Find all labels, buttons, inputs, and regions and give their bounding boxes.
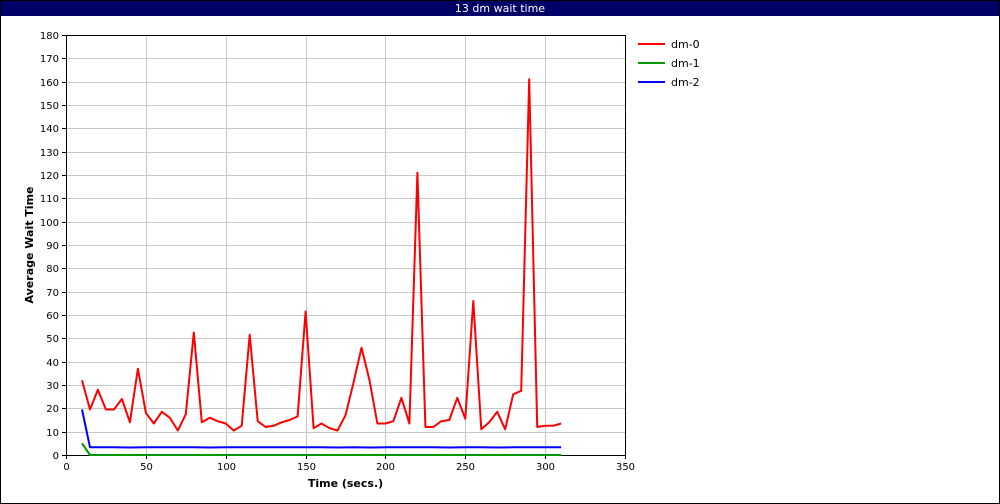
y-tick-label: 100 — [40, 218, 59, 229]
y-tick-label: 90 — [46, 241, 59, 252]
series-line-dm-1 — [81, 442, 562, 456]
legend: dm-0 dm-1 dm-2 — [638, 38, 700, 89]
y-tick-label: 170 — [40, 54, 59, 65]
y-tick-label: 110 — [40, 194, 59, 205]
y-tick-label: 140 — [40, 124, 59, 135]
y-tick-label: 80 — [46, 264, 59, 275]
y-tick-label: 40 — [46, 358, 59, 369]
y-axis-label: Average Wait Time — [23, 187, 36, 304]
x-tick-label: 50 — [140, 462, 153, 473]
legend-label-dm-1: dm-1 — [671, 57, 700, 70]
y-tick-label: 60 — [46, 311, 59, 322]
y-tick-label: 10 — [46, 428, 59, 439]
y-tick-label: 120 — [40, 171, 59, 182]
grid — [66, 35, 626, 456]
x-tick-label: 0 — [63, 462, 69, 473]
y-tick-label: 130 — [40, 148, 59, 159]
y-tick-label: 0 — [53, 451, 59, 462]
y-tick-label: 50 — [46, 334, 59, 345]
y-tick-label: 30 — [46, 381, 59, 392]
x-axis-label: Time (secs.) — [308, 477, 383, 490]
series-line-dm-2 — [81, 409, 562, 449]
series-line-dm-0 — [81, 78, 562, 432]
x-tick-label: 300 — [536, 462, 555, 473]
y-tick-label: 180 — [40, 31, 59, 42]
y-tick-label: 150 — [40, 101, 59, 112]
chart-svg: 0 50 100 150 200 250 300 350 0 10 20 30 40 50 60 70 80 90… — [23, 31, 700, 490]
x-tick-label: 350 — [616, 462, 635, 473]
legend-label-dm-0: dm-0 — [671, 38, 700, 51]
x-tick-label: 250 — [456, 462, 475, 473]
y-tick-label: 70 — [46, 288, 59, 299]
x-tick-label: 150 — [297, 462, 316, 473]
y-tick-label: 20 — [46, 404, 59, 415]
y-tick-label: 160 — [40, 78, 59, 89]
x-tick-label: 100 — [217, 462, 236, 473]
x-tick-label: 200 — [376, 462, 395, 473]
series-lines — [81, 78, 562, 456]
legend-label-dm-2: dm-2 — [671, 76, 700, 89]
